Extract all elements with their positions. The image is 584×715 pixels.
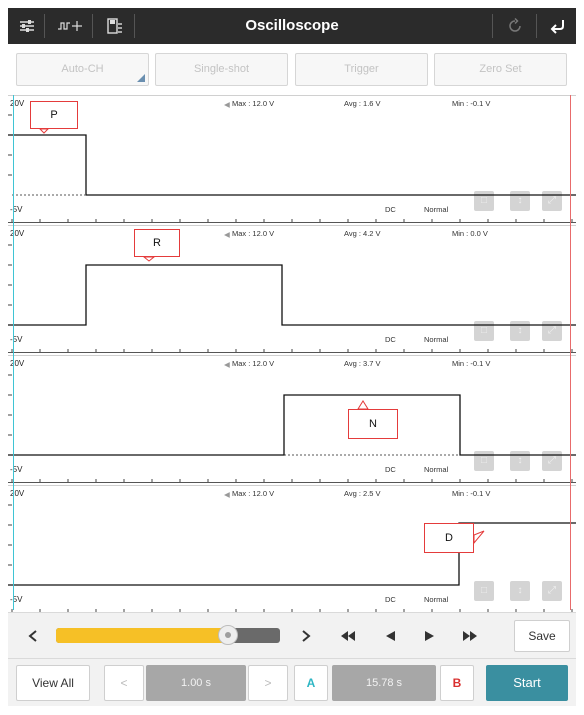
channel-settings-icon[interactable]: □ [474, 451, 494, 471]
coupling-label: DC [385, 465, 396, 474]
title-bar: Oscilloscope [8, 8, 576, 44]
gear-callout: D [424, 523, 474, 553]
vertical-scale-icon[interactable]: ↕ [510, 451, 530, 471]
mode-label: Normal [424, 465, 449, 474]
cursor-b-button[interactable]: B [440, 665, 474, 701]
channel-settings-icon[interactable]: □ [474, 321, 494, 341]
scale-bottom-label: -5V [10, 335, 23, 344]
scale-bottom-label: -5V [10, 595, 23, 604]
timeline-slider[interactable] [56, 628, 280, 643]
caret-left-icon: ◀ [224, 230, 230, 239]
timeline-fill [56, 628, 229, 643]
min-readout: Min : -0.1 V [452, 359, 491, 368]
oscilloscope-app: Oscilloscope Auto-CH Single-shot Trigger… [0, 0, 584, 715]
dropdown-corner-icon [137, 74, 145, 82]
zero-set-label: Zero Set [479, 63, 522, 75]
channel-baseline [8, 222, 576, 223]
mode-label: Normal [424, 335, 449, 344]
step-back-icon[interactable] [376, 613, 404, 659]
avg-readout: Avg : 2.5 V [344, 489, 381, 498]
refresh-icon[interactable] [500, 8, 530, 44]
channel-panel[interactable]: 20V ◀ Max : 12.0 V Avg : 2.5 V Min : -0.1 V-… [8, 485, 576, 613]
gear-callout: N [348, 409, 398, 439]
cursor-a-line[interactable] [13, 95, 14, 610]
vertical-scale-icon[interactable]: ↕ [510, 321, 530, 341]
bottom-toolbar: View All < 1.00 s > A 15.78 s B Start [8, 658, 576, 706]
waveform-settings-icon[interactable] [52, 8, 88, 44]
max-readout: Max : 12.0 V [232, 99, 275, 108]
signal-trace [8, 134, 576, 196]
channel-baseline [8, 482, 576, 483]
start-button[interactable]: Start [486, 665, 568, 701]
max-readout: Max : 12.0 V [232, 359, 275, 368]
save-button[interactable]: Save [514, 620, 570, 652]
back-icon[interactable] [542, 8, 572, 44]
timebase-next-button[interactable]: > [248, 665, 288, 701]
channel-panel[interactable]: 20V ◀ Max : 12.0 V Avg : 4.2 V Min : 0.0 V -5… [8, 225, 576, 353]
scale-bottom-label: -5V [10, 205, 23, 214]
avg-readout: Avg : 4.2 V [344, 229, 381, 238]
gear-callout: P [30, 101, 78, 129]
vertical-scale-icon[interactable]: ↕ [510, 581, 530, 601]
fullscreen-icon[interactable]: ⤢ [542, 321, 562, 341]
signal-trace [8, 522, 576, 586]
single-shot-label: Single-shot [193, 63, 250, 75]
caret-left-icon: ◀ [224, 100, 230, 109]
auto-ch-label: Auto-CH [61, 63, 104, 75]
signal-trace [8, 264, 576, 326]
trigger-label: Trigger [344, 63, 379, 75]
step-forward-icon[interactable] [416, 613, 444, 659]
trigger-button[interactable]: Trigger [295, 53, 428, 86]
sliders-icon[interactable] [12, 8, 42, 44]
playback-bar: Save [8, 612, 576, 658]
signal-trace [8, 394, 576, 456]
avg-readout: Avg : 1.6 V [344, 99, 381, 108]
single-shot-button[interactable]: Single-shot [155, 53, 288, 86]
min-readout: Min : -0.1 V [452, 489, 491, 498]
caret-left-icon: ◀ [224, 490, 230, 499]
avg-readout: Avg : 3.7 V [344, 359, 381, 368]
fullscreen-icon[interactable]: ⤢ [542, 191, 562, 211]
fullscreen-icon[interactable]: ⤢ [542, 451, 562, 471]
caret-left-icon: ◀ [224, 360, 230, 369]
channel-divider [8, 485, 576, 486]
fast-forward-icon[interactable] [456, 613, 484, 659]
channel-settings-icon[interactable]: □ [474, 191, 494, 211]
gear-callout: R [134, 229, 180, 257]
channel-settings-icon[interactable]: □ [474, 581, 494, 601]
timebase-prev-button[interactable]: < [104, 665, 144, 701]
coupling-label: DC [385, 205, 396, 214]
fullscreen-icon[interactable]: ⤢ [542, 581, 562, 601]
channel-divider [8, 225, 576, 226]
mode-label: Normal [424, 595, 449, 604]
cursor-b-line[interactable] [570, 95, 571, 610]
auto-ch-button[interactable]: Auto-CH [16, 53, 149, 86]
cursor-a-button[interactable]: A [294, 665, 328, 701]
channel-panel[interactable]: 20V ◀ Max : 12.0 V Avg : 1.6 V Min : -0.1 V-… [8, 95, 576, 223]
view-all-button[interactable]: View All [16, 665, 90, 701]
fast-rewind-icon[interactable] [334, 613, 362, 659]
coupling-label: DC [385, 335, 396, 344]
channel-divider [8, 355, 576, 356]
cursor-delta-value: 15.78 s [332, 665, 436, 701]
max-readout: Max : 12.0 V [232, 489, 275, 498]
channel-panel[interactable]: 20V ◀ Max : 12.0 V Avg : 3.7 V Min : -0.1 V-… [8, 355, 576, 483]
scale-bottom-label: -5V [10, 465, 23, 474]
min-readout: Min : -0.1 V [452, 99, 491, 108]
min-readout: Min : 0.0 V [452, 229, 488, 238]
max-readout: Max : 12.0 V [232, 229, 275, 238]
mode-label: Normal [424, 205, 449, 214]
channel-divider [8, 95, 576, 96]
chevron-left-icon[interactable] [18, 613, 48, 659]
vertical-scale-icon[interactable]: ↕ [510, 191, 530, 211]
zero-set-button[interactable]: Zero Set [434, 53, 567, 86]
timebase-value: 1.00 s [146, 665, 246, 701]
channel-baseline [8, 352, 576, 353]
coupling-label: DC [385, 595, 396, 604]
chevron-right-icon[interactable] [294, 613, 318, 659]
save-file-icon[interactable] [100, 8, 130, 44]
page-title: Oscilloscope [245, 17, 339, 34]
